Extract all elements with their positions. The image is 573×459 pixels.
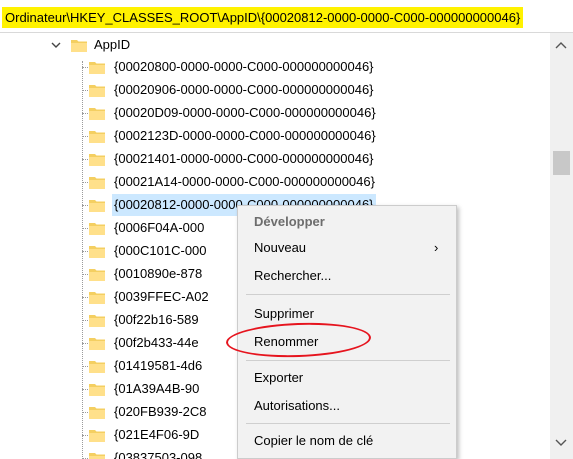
menu-item-copier-nom[interactable]: Copier le nom de clé <box>254 430 373 452</box>
folder-icon <box>89 223 105 235</box>
tree-item-label: {03837503-098 <box>114 450 203 459</box>
chevron-down-icon[interactable] <box>50 39 62 51</box>
tree-item[interactable]: {0002123D-0000-0000-C000-000000000046} <box>0 125 550 147</box>
menu-item-rechercher[interactable]: Rechercher... <box>254 265 331 287</box>
tree-item-label: {0006F04A-000 <box>114 220 205 235</box>
tree-item-label: {00021A14-0000-0000-C000-000000000046} <box>114 174 375 189</box>
folder-icon <box>89 384 105 396</box>
folder-icon <box>89 338 105 350</box>
tree-connector <box>82 159 88 160</box>
folder-icon <box>89 315 105 327</box>
tree-connector <box>82 435 88 436</box>
menu-item-autorisations[interactable]: Autorisations... <box>254 395 340 417</box>
scrollbar-thumb[interactable] <box>553 151 570 175</box>
tree-item[interactable]: {00020D09-0000-0000-C000-000000000046} <box>0 102 550 124</box>
folder-icon <box>89 269 105 281</box>
folder-icon <box>89 131 105 143</box>
folder-icon <box>71 40 87 52</box>
menu-item-exporter[interactable]: Exporter <box>254 367 303 389</box>
tree-item-appid[interactable]: AppID <box>0 34 550 56</box>
menu-separator <box>246 423 450 424</box>
folder-icon <box>89 361 105 373</box>
tree-item-label: {00020D09-0000-0000-C000-000000000046} <box>114 105 376 120</box>
menu-item-supprimer[interactable]: Supprimer <box>254 303 314 325</box>
folder-icon <box>89 292 105 304</box>
tree-item[interactable]: {00021A14-0000-0000-C000-000000000046} <box>0 171 550 193</box>
folder-icon <box>89 62 105 74</box>
folder-icon <box>89 407 105 419</box>
tree-item-label: {00020800-0000-0000-C000-000000000046} <box>114 59 374 74</box>
tree-connector <box>82 113 88 114</box>
tree-item-label: AppID <box>94 37 131 52</box>
tree-item-label: {00020906-0000-0000-C000-000000000046} <box>114 82 374 97</box>
menu-item-nouveau[interactable]: Nouveau <box>254 237 306 259</box>
folder-icon <box>89 154 105 166</box>
tree-item-label: {0010890e-878 <box>114 266 203 281</box>
tree-item[interactable]: {00020906-0000-0000-C000-000000000046} <box>0 79 550 101</box>
tree-item-label: {000C101C-000 <box>114 243 207 258</box>
tree-connector <box>82 205 88 206</box>
vertical-scrollbar[interactable] <box>550 33 573 459</box>
tree-item[interactable]: {00021401-0000-0000-C000-000000000046} <box>0 148 550 170</box>
address-bar[interactable]: Ordinateur\HKEY_CLASSES_ROOT\AppID\{0002… <box>0 0 573 33</box>
scroll-down-icon[interactable] <box>555 439 567 447</box>
folder-icon <box>89 246 105 258</box>
folder-icon <box>89 177 105 189</box>
tree-item-label: {00f2b433-44e <box>114 335 199 350</box>
tree-item-label: {0039FFEC-A02 <box>114 289 209 304</box>
tree-item-label: {00021401-0000-0000-C000-000000000046} <box>114 151 374 166</box>
tree-connector <box>82 67 88 68</box>
tree-connector <box>82 366 88 367</box>
menu-separator <box>246 360 450 361</box>
scroll-up-icon[interactable] <box>555 41 567 49</box>
tree-connector <box>82 90 88 91</box>
tree-item-label: {01419581-4d6 <box>114 358 203 373</box>
tree-connector <box>82 297 88 298</box>
tree-connector <box>82 251 88 252</box>
tree-connector <box>82 412 88 413</box>
tree-connector <box>82 343 88 344</box>
menu-item-developper: Développer <box>254 214 325 229</box>
tree-connector <box>82 320 88 321</box>
folder-icon <box>89 108 105 120</box>
tree-connector <box>82 228 88 229</box>
tree-item-label: {00f22b16-589 <box>114 312 199 327</box>
tree-connector <box>82 136 88 137</box>
folder-icon <box>89 85 105 97</box>
address-path[interactable]: Ordinateur\HKEY_CLASSES_ROOT\AppID\{0002… <box>2 7 524 28</box>
tree-item-label: {01A39A4B-90 <box>114 381 200 396</box>
tree-item-label: {021E4F06-9D <box>114 427 200 442</box>
tree-item-label: {0002123D-0000-0000-C000-000000000046} <box>114 128 376 143</box>
folder-icon <box>89 430 105 442</box>
tree-connector <box>82 274 88 275</box>
tree-item[interactable]: {00020800-0000-0000-C000-000000000046} <box>0 56 550 78</box>
folder-icon <box>89 200 105 212</box>
tree-item-label: {020FB939-2C8 <box>114 404 207 419</box>
chevron-right-icon: › <box>434 240 439 255</box>
tree-connector <box>82 182 88 183</box>
menu-separator <box>246 294 450 295</box>
folder-icon <box>89 453 105 459</box>
tree-connector <box>82 389 88 390</box>
